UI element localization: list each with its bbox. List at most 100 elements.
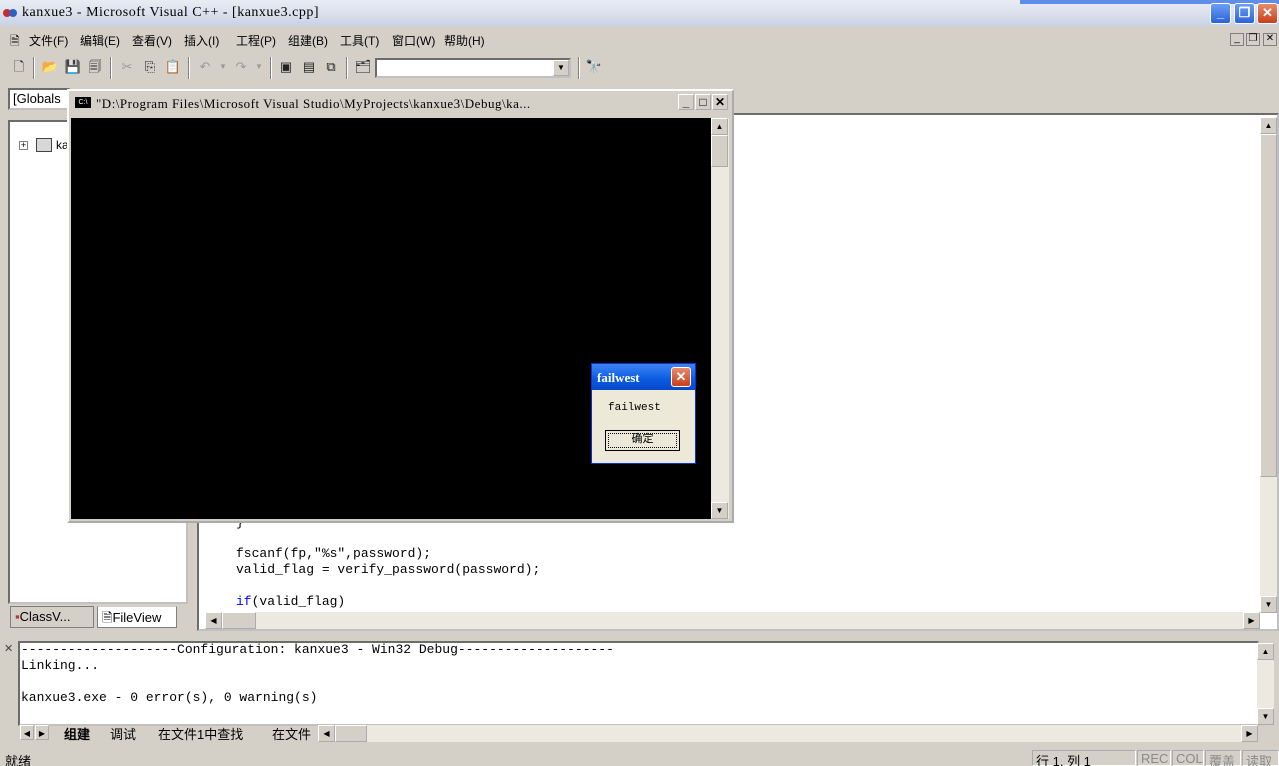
toolbar-separator <box>270 57 272 79</box>
fileview-icon: 🗎 <box>102 610 113 625</box>
close-button[interactable]: ✕ <box>1257 3 1278 24</box>
toolbar-separator <box>346 57 348 79</box>
scroll-thumb[interactable] <box>711 135 728 167</box>
scroll-up-icon[interactable]: ▲ <box>1260 117 1277 134</box>
output-vertical-scrollbar[interactable]: ▲ ▼ <box>1257 643 1274 725</box>
scroll-right-icon[interactable]: ▶ <box>1243 612 1260 629</box>
scroll-thumb[interactable] <box>1260 134 1277 477</box>
code-line: valid_flag = verify_password(password); <box>236 562 541 577</box>
classes-icon <box>36 138 52 152</box>
output-horizontal-scrollbar[interactable]: ◀ ▶ <box>318 725 1258 742</box>
console-icon: C:\ <box>75 97 91 108</box>
console-title: "D:\Program Files\Microsoft Visual Studi… <box>96 96 531 111</box>
tab-scroll-right-icon[interactable]: ▶ <box>35 725 49 740</box>
redo-icon[interactable]: ↷ <box>232 58 250 76</box>
chevron-down-icon[interactable]: ▼ <box>553 60 569 76</box>
scroll-down-icon[interactable]: ▼ <box>1257 708 1274 725</box>
output-line: Linking... <box>21 658 100 673</box>
tab-find-in-files-2[interactable]: 在文件 <box>272 724 316 743</box>
tab-scroll-left-icon[interactable]: ◀ <box>20 725 34 740</box>
output-close-icon[interactable]: ✕ <box>4 642 13 655</box>
doc-icon: 🗎 <box>10 34 20 48</box>
app-icon <box>2 6 18 20</box>
close-icon[interactable]: ✕ <box>671 367 691 387</box>
output-line: --------------------Configuration: kanxu… <box>21 642 614 657</box>
indicator-read: 读取 <box>1242 750 1279 766</box>
scroll-up-icon[interactable]: ▲ <box>1257 643 1274 660</box>
editor-horizontal-scrollbar[interactable]: ◀ ▶ <box>205 612 1260 629</box>
ok-button[interactable]: 确定 <box>605 430 680 451</box>
restore-button[interactable]: ❐ <box>1234 3 1255 24</box>
toolbar-separator <box>188 57 190 79</box>
minimize-button[interactable]: _ <box>1210 3 1231 24</box>
scroll-thumb[interactable] <box>335 725 367 742</box>
scroll-down-icon[interactable]: ▼ <box>1260 596 1277 613</box>
undo-dropdown-icon[interactable]: ▼ <box>214 58 232 76</box>
indicator-rec: REC <box>1137 750 1171 766</box>
menu-window[interactable]: 窗口(W) <box>392 32 435 49</box>
save-all-icon[interactable]: 🗐 <box>86 58 104 76</box>
mdi-minimize-button[interactable]: _ <box>1230 33 1244 46</box>
mdi-restore-button[interactable]: ❐ <box>1246 33 1260 46</box>
tab-debug[interactable]: 调试 <box>110 724 136 743</box>
output-icon[interactable]: ▤ <box>300 58 318 76</box>
menu-edit[interactable]: 编辑(E) <box>80 32 120 49</box>
toolbar-separator <box>110 57 112 79</box>
code-line: if(valid_flag) <box>236 594 345 609</box>
undo-icon[interactable]: ↶ <box>196 58 214 76</box>
console-vertical-scrollbar[interactable]: ▲ ▼ <box>711 118 729 519</box>
scroll-left-icon[interactable]: ◀ <box>318 725 335 742</box>
menu-file[interactable]: 文件(F) <box>29 32 68 49</box>
menu-help[interactable]: 帮助(H) <box>444 32 485 49</box>
tab-find-in-files-1[interactable]: 在文件1中查找 <box>158 724 243 743</box>
code-line: fscanf(fp,"%s",password); <box>236 546 432 561</box>
code-rest: (valid_flag) <box>251 594 346 609</box>
find-in-files-icon[interactable]: 🗂 <box>354 58 372 76</box>
menu-bar: 🗎 文件(F) 编辑(E) 查看(V) 插入(I) 工程(P) 组建(B) 工具… <box>0 28 1279 50</box>
message-text: failwest <box>608 402 661 414</box>
scroll-up-icon[interactable]: ▲ <box>711 118 728 135</box>
class-combo[interactable]: [Globals <box>8 88 70 110</box>
menu-project[interactable]: 工程(P) <box>236 32 276 49</box>
copy-icon[interactable]: ⎘ <box>141 58 159 76</box>
output-line: kanxue3.exe - 0 error(s), 0 warning(s) <box>21 690 318 705</box>
menu-tools[interactable]: 工具(T) <box>340 32 379 49</box>
mdi-close-button[interactable]: ✕ <box>1263 33 1277 46</box>
toolbar-separator <box>33 57 35 79</box>
console-maximize-button[interactable]: □ <box>695 94 711 110</box>
tab-build[interactable]: 组建 <box>64 724 90 743</box>
window-title: kanxue3 - Microsoft Visual C++ - [kanxue… <box>22 5 320 20</box>
toolbar-separator <box>578 57 580 79</box>
find-icon[interactable]: 🔭 <box>585 58 603 76</box>
console-minimize-button[interactable]: _ <box>678 94 694 110</box>
new-file-icon[interactable]: 🗋 <box>10 58 28 76</box>
indicator-col: COL <box>1172 750 1204 766</box>
scroll-down-icon[interactable]: ▼ <box>711 502 728 519</box>
scroll-thumb[interactable] <box>222 612 256 629</box>
menu-insert[interactable]: 插入(I) <box>184 32 219 49</box>
open-icon[interactable]: 📂 <box>41 58 59 76</box>
scroll-left-icon[interactable]: ◀ <box>205 612 222 629</box>
tab-fileview[interactable]: 🗎FileView <box>97 606 177 628</box>
message-box-title: failwest <box>597 370 640 385</box>
status-text: 就绪 <box>5 754 32 766</box>
tab-classview[interactable]: ▪ClassV... <box>10 606 94 628</box>
expand-icon[interactable]: + <box>19 141 28 150</box>
redo-dropdown-icon[interactable]: ▼ <box>250 58 268 76</box>
cut-icon[interactable]: ✂ <box>118 58 136 76</box>
menu-view[interactable]: 查看(V) <box>132 32 172 49</box>
cursor-position: 行 1, 列 1 <box>1032 750 1136 766</box>
console-close-button[interactable]: ✕ <box>712 94 728 110</box>
scroll-right-icon[interactable]: ▶ <box>1241 725 1258 742</box>
save-icon[interactable]: 💾 <box>64 58 82 76</box>
workspace-icon[interactable]: ▣ <box>277 58 295 76</box>
fileview-label: FileView <box>112 610 162 625</box>
window-list-icon[interactable]: ⧉ <box>322 58 340 76</box>
paste-icon[interactable]: 📋 <box>164 58 182 76</box>
code-keyword: if <box>236 594 252 609</box>
indicator-overwrite: 覆盖 <box>1205 750 1241 766</box>
menu-build[interactable]: 组建(B) <box>288 32 328 49</box>
classview-label: ClassV... <box>19 609 71 624</box>
find-combo[interactable]: ▼ <box>375 58 571 78</box>
editor-vertical-scrollbar[interactable]: ▲ ▼ <box>1260 117 1277 613</box>
